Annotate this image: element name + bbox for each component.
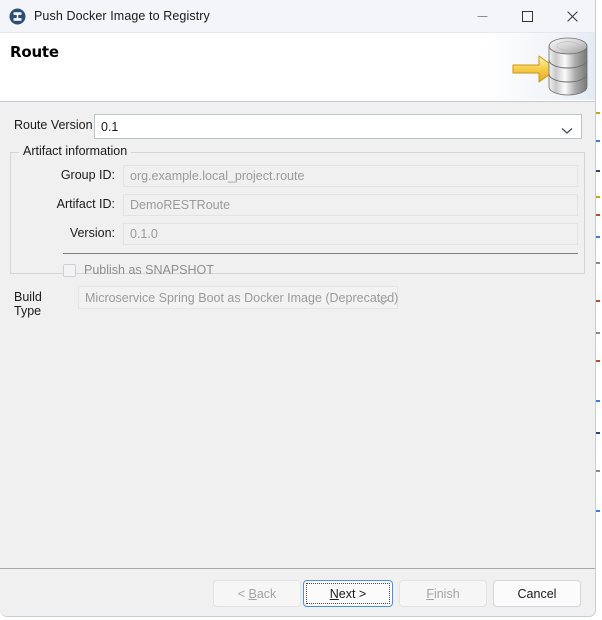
artifact-id-input[interactable]: DemoRESTRoute: [123, 194, 578, 216]
group-id-value: org.example.local_project.route: [130, 169, 305, 183]
next-button[interactable]: Next >: [303, 580, 393, 607]
database-push-icon: [511, 35, 589, 99]
route-version-value: 0.1: [101, 119, 119, 134]
artifact-id-row: Artifact ID: DemoRESTRoute: [11, 194, 584, 216]
dialog-body: Route Version 0.1 Artifact information G…: [0, 102, 595, 568]
push-docker-image-dialog: Push Docker Image to Registry Route Rout…: [0, 0, 596, 617]
version-input[interactable]: 0.1.0: [123, 223, 578, 245]
finish-button-label: Finish: [426, 586, 460, 601]
minimize-button[interactable]: [460, 0, 505, 32]
version-value: 0.1.0: [130, 227, 158, 241]
route-version-label: Route Version: [14, 118, 93, 132]
group-id-input[interactable]: org.example.local_project.route: [123, 165, 578, 187]
back-button-label: < Back: [237, 586, 277, 601]
version-label: Version:: [69, 226, 115, 240]
route-version-row: Route Version 0.1: [0, 114, 595, 140]
page-title: Route: [10, 43, 59, 61]
chevron-down-icon: [561, 122, 573, 140]
window-controls: [460, 0, 595, 32]
artifact-id-value: DemoRESTRoute: [130, 198, 231, 212]
version-row: Version: 0.1.0: [11, 223, 584, 245]
back-button[interactable]: < Back: [213, 580, 301, 607]
finish-button[interactable]: Finish: [399, 580, 487, 607]
group-id-row: Group ID: org.example.local_project.rout…: [11, 165, 584, 187]
button-bar: < Back Next > Finish Cancel: [0, 568, 595, 616]
artifact-id-label: Artifact ID:: [56, 197, 115, 211]
publish-snapshot-checkbox[interactable]: [63, 263, 76, 277]
group-separator: [63, 253, 578, 254]
title-bar: Push Docker Image to Registry: [0, 0, 595, 33]
chevron-down-icon: [377, 293, 389, 311]
artifact-information-group: Artifact information Group ID: org.examp…: [10, 144, 585, 277]
publish-snapshot-row[interactable]: Publish as SNAPSHOT: [63, 261, 214, 279]
dialog-header: Route: [0, 33, 595, 102]
cancel-button[interactable]: Cancel: [493, 580, 581, 607]
docker-registry-icon: [9, 8, 26, 25]
artifact-information-legend: Artifact information: [19, 144, 132, 158]
group-id-label: Group ID:: [60, 168, 115, 182]
maximize-button[interactable]: [505, 0, 550, 32]
window-title: Push Docker Image to Registry: [34, 9, 210, 23]
publish-snapshot-label: Publish as SNAPSHOT: [84, 263, 214, 277]
build-type-value: Microservice Spring Boot as Docker Image…: [85, 290, 399, 305]
build-type-combobox[interactable]: Microservice Spring Boot as Docker Image…: [78, 286, 398, 309]
build-type-label: Build Type: [14, 290, 42, 318]
route-version-combobox[interactable]: 0.1: [94, 114, 582, 139]
close-button[interactable]: [550, 0, 595, 32]
next-button-label: Next >: [329, 586, 367, 601]
cancel-button-label: Cancel: [517, 586, 557, 601]
